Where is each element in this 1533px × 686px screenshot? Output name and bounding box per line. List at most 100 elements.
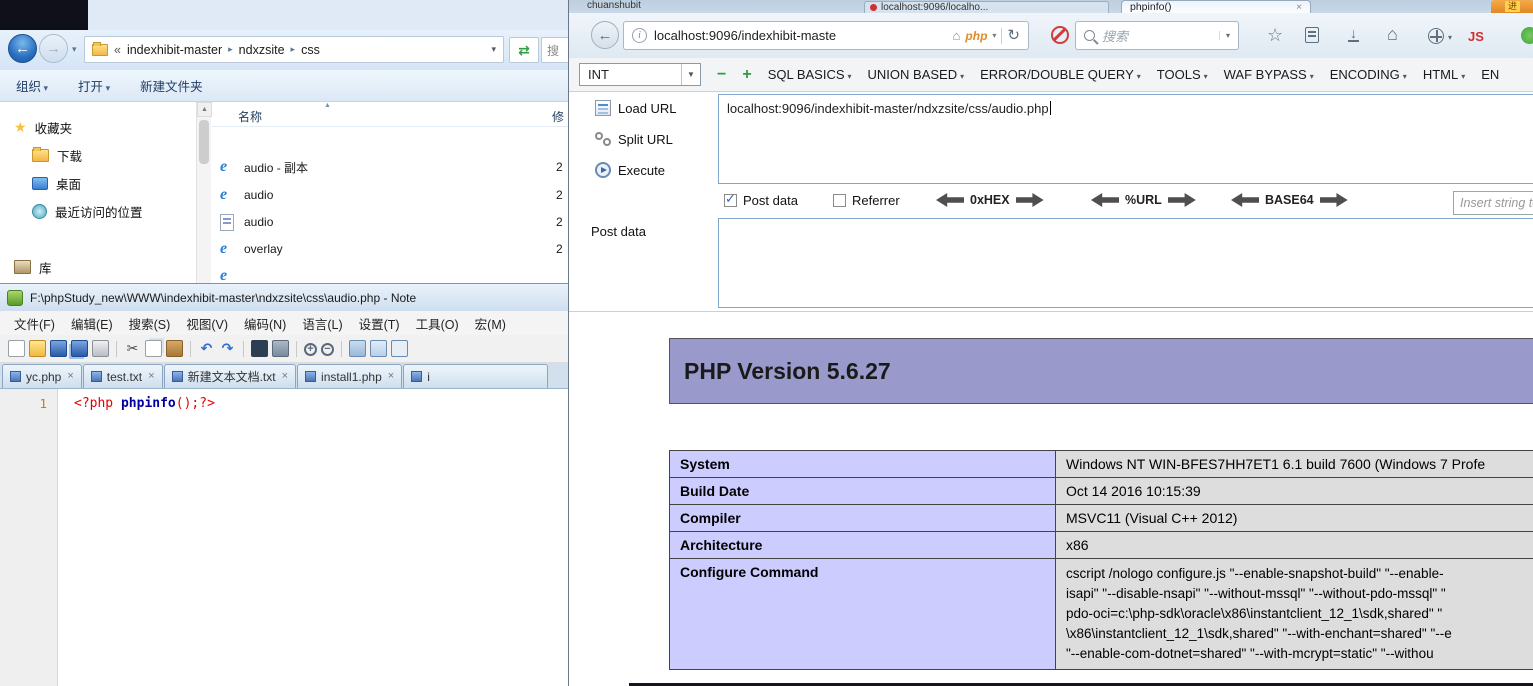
globe-icon[interactable] <box>1428 28 1444 44</box>
refresh-button[interactable]: ⇄ <box>509 37 539 63</box>
url-encode-button[interactable]: %URL <box>1091 193 1196 207</box>
base64-encode-button[interactable]: BASE64 <box>1231 193 1348 207</box>
file-row[interactable]: e <box>212 263 568 283</box>
hackbar-mode-select[interactable]: INT ▼ <box>579 63 701 86</box>
decode-arrow-icon[interactable] <box>1231 193 1259 207</box>
file-row[interactable]: audio 2 <box>212 209 568 235</box>
organize-button[interactable]: 组织 <box>16 76 48 95</box>
scroll-up-button[interactable]: ▲ <box>197 102 212 117</box>
copy-icon[interactable] <box>145 340 162 357</box>
menu-file[interactable]: 文件(F) <box>6 314 63 333</box>
breadcrumb-item[interactable]: css <box>301 43 320 57</box>
js-toggle-icon[interactable]: JS <box>1468 29 1484 44</box>
save-all-icon[interactable] <box>71 340 88 357</box>
code-line[interactable]: <?php phpinfo();?> <box>74 396 215 411</box>
browser-search-box[interactable]: 搜索 ▾ <box>1075 21 1239 50</box>
back-button[interactable]: ← <box>8 34 37 63</box>
show-symbols-icon[interactable] <box>370 340 387 357</box>
save-icon[interactable] <box>50 340 67 357</box>
zoom-in-icon[interactable]: + <box>304 343 317 356</box>
editor-tab[interactable]: 新建文本文档.txt × <box>164 364 296 388</box>
load-url-button[interactable]: Load URL <box>595 100 677 116</box>
menu-settings[interactable]: 设置(T) <box>351 314 408 333</box>
breadcrumb-item[interactable]: indexhibit-master <box>127 43 222 57</box>
decode-arrow-icon[interactable] <box>936 193 964 207</box>
php-badge[interactable]: php <box>965 29 987 43</box>
browser-tab-active[interactable]: phpinfo() × <box>1121 0 1311 13</box>
notepad-title-bar[interactable]: F:\phpStudy_new\WWW\indexhibit-master\nd… <box>0 284 568 311</box>
scrollbar-thumb[interactable] <box>199 120 209 164</box>
browser-back-button[interactable]: ← <box>591 21 619 49</box>
page-info-icon[interactable]: i <box>632 28 647 43</box>
execute-button[interactable]: Execute <box>595 162 665 178</box>
redo-icon[interactable]: ↷ <box>219 340 236 357</box>
menu-union-based[interactable]: UNION BASED▾ <box>868 67 965 82</box>
menu-search[interactable]: 搜索(S) <box>121 314 179 333</box>
post-data-checkbox[interactable]: ✓ Post data <box>724 193 798 208</box>
sidebar-item-recent-places[interactable]: 最近访问的位置 <box>0 200 143 222</box>
menu-tools[interactable]: 工具(O) <box>408 314 467 333</box>
search-engine-dropdown-icon[interactable]: ▾ <box>1219 31 1230 40</box>
breadcrumb[interactable]: « indexhibit-master ▸ ndxzsite ▸ css ▾ <box>84 36 504 63</box>
bookmark-star-icon[interactable]: ☆ <box>1267 26 1283 44</box>
menu-error-double-query[interactable]: ERROR/DOUBLE QUERY▾ <box>980 67 1141 82</box>
open-button[interactable]: 打开 <box>78 76 110 95</box>
menu-encryption-clipped[interactable]: EN <box>1481 67 1499 82</box>
menu-encoding[interactable]: ENCODING▾ <box>1330 67 1407 82</box>
close-tab-icon[interactable]: × <box>282 371 288 382</box>
menu-sql-basics[interactable]: SQL BASICS▾ <box>768 67 852 82</box>
reload-icon[interactable]: ↻ <box>1007 28 1020 43</box>
browser-tab[interactable]: 进 <box>1491 0 1533 13</box>
increase-icon[interactable]: + <box>742 66 751 84</box>
editor-tab[interactable]: yc.php × <box>2 364 82 388</box>
print-icon[interactable] <box>92 340 109 357</box>
browser-tab[interactable]: chuanshubit <box>587 0 641 11</box>
undo-icon[interactable]: ↶ <box>198 340 215 357</box>
forward-button[interactable]: → <box>39 34 68 63</box>
file-row[interactable]: e audio - 副本 2 <box>212 154 568 180</box>
select-dropdown-icon[interactable]: ▼ <box>681 64 700 85</box>
sidebar-item-downloads[interactable]: 下载 <box>0 144 82 166</box>
recent-pages-dropdown-icon[interactable]: ▾ <box>72 44 77 55</box>
encode-arrow-icon[interactable] <box>1320 193 1348 207</box>
globe-dropdown-icon[interactable]: ▾ <box>1448 33 1452 42</box>
open-file-icon[interactable] <box>29 340 46 357</box>
file-list-header[interactable]: ▲ 名称 修 <box>212 102 568 127</box>
column-header-modified[interactable]: 修 <box>552 108 564 125</box>
decrease-icon[interactable]: − <box>717 66 726 84</box>
editor-tab[interactable]: test.txt × <box>83 364 163 388</box>
php-home-icon[interactable]: ⌂ <box>953 29 961 42</box>
decode-arrow-icon[interactable] <box>1091 193 1119 207</box>
paste-icon[interactable] <box>166 340 183 357</box>
menu-edit[interactable]: 编辑(E) <box>63 314 121 333</box>
file-row[interactable]: e overlay 2 <box>212 236 568 262</box>
find-icon[interactable] <box>251 340 268 357</box>
blocked-content-icon[interactable] <box>1051 26 1069 44</box>
addon-icon[interactable] <box>1521 27 1533 44</box>
sidebar-item-favorites[interactable]: ★ 收藏夹 <box>0 116 72 138</box>
close-tab-icon[interactable]: × <box>148 371 154 382</box>
close-tab-icon[interactable]: × <box>388 371 394 382</box>
breadcrumb-item[interactable]: ndxzsite <box>239 43 285 57</box>
dropdown-icon[interactable]: ▾ <box>992 31 996 40</box>
encode-arrow-icon[interactable] <box>1016 193 1044 207</box>
post-data-textarea[interactable] <box>718 218 1533 308</box>
referrer-checkbox[interactable]: Referrer <box>833 193 900 208</box>
menu-language[interactable]: 语言(L) <box>294 314 350 333</box>
zoom-out-icon[interactable]: − <box>321 343 334 356</box>
checkbox-unchecked[interactable] <box>833 194 846 207</box>
bookmarks-menu-icon[interactable] <box>1305 27 1319 43</box>
sidebar-item-libraries[interactable]: 库 <box>0 256 52 278</box>
close-tab-icon[interactable]: × <box>67 371 73 382</box>
hex-encode-button[interactable]: 0xHEX <box>936 193 1044 207</box>
menu-waf-bypass[interactable]: WAF BYPASS▾ <box>1224 67 1314 82</box>
editor-tab[interactable]: install1.php × <box>297 364 402 388</box>
menu-html[interactable]: HTML▾ <box>1423 67 1465 82</box>
split-url-button[interactable]: Split URL <box>595 131 673 147</box>
encode-arrow-icon[interactable] <box>1168 193 1196 207</box>
url-text[interactable]: localhost:9096/indexhibit-maste <box>654 28 946 43</box>
browser-tab[interactable]: localhost:9096/localho... <box>864 1 1109 13</box>
cut-icon[interactable]: ✂ <box>124 340 141 357</box>
explorer-search-box[interactable]: 搜 <box>541 37 568 63</box>
document-map-icon[interactable] <box>391 340 408 357</box>
